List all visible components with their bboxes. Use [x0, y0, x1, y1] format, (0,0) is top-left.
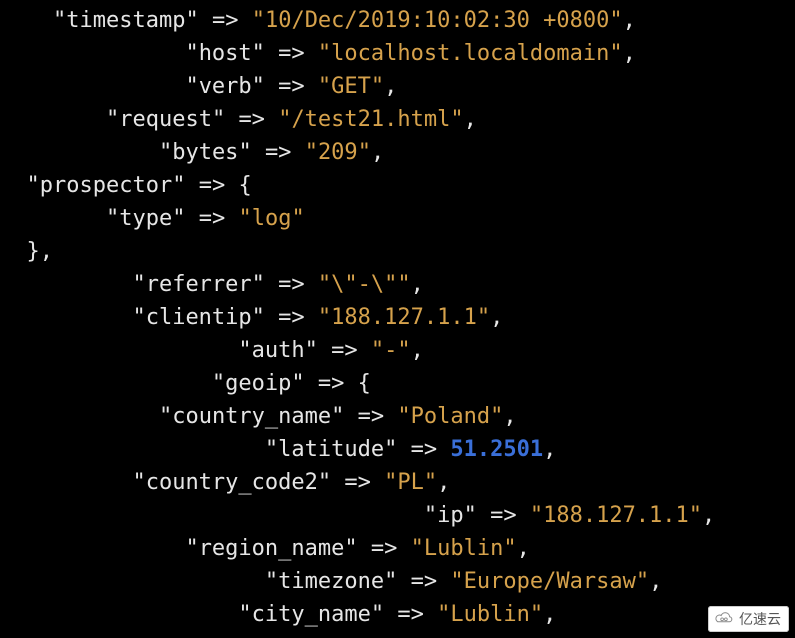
- cloud-icon: [714, 611, 734, 628]
- watermark-badge: 亿速云: [708, 606, 789, 632]
- watermark-text: 亿速云: [739, 609, 781, 629]
- log-output: "timestamp" => "10/Dec/2019:10:02:30 +08…: [0, 0, 795, 631]
